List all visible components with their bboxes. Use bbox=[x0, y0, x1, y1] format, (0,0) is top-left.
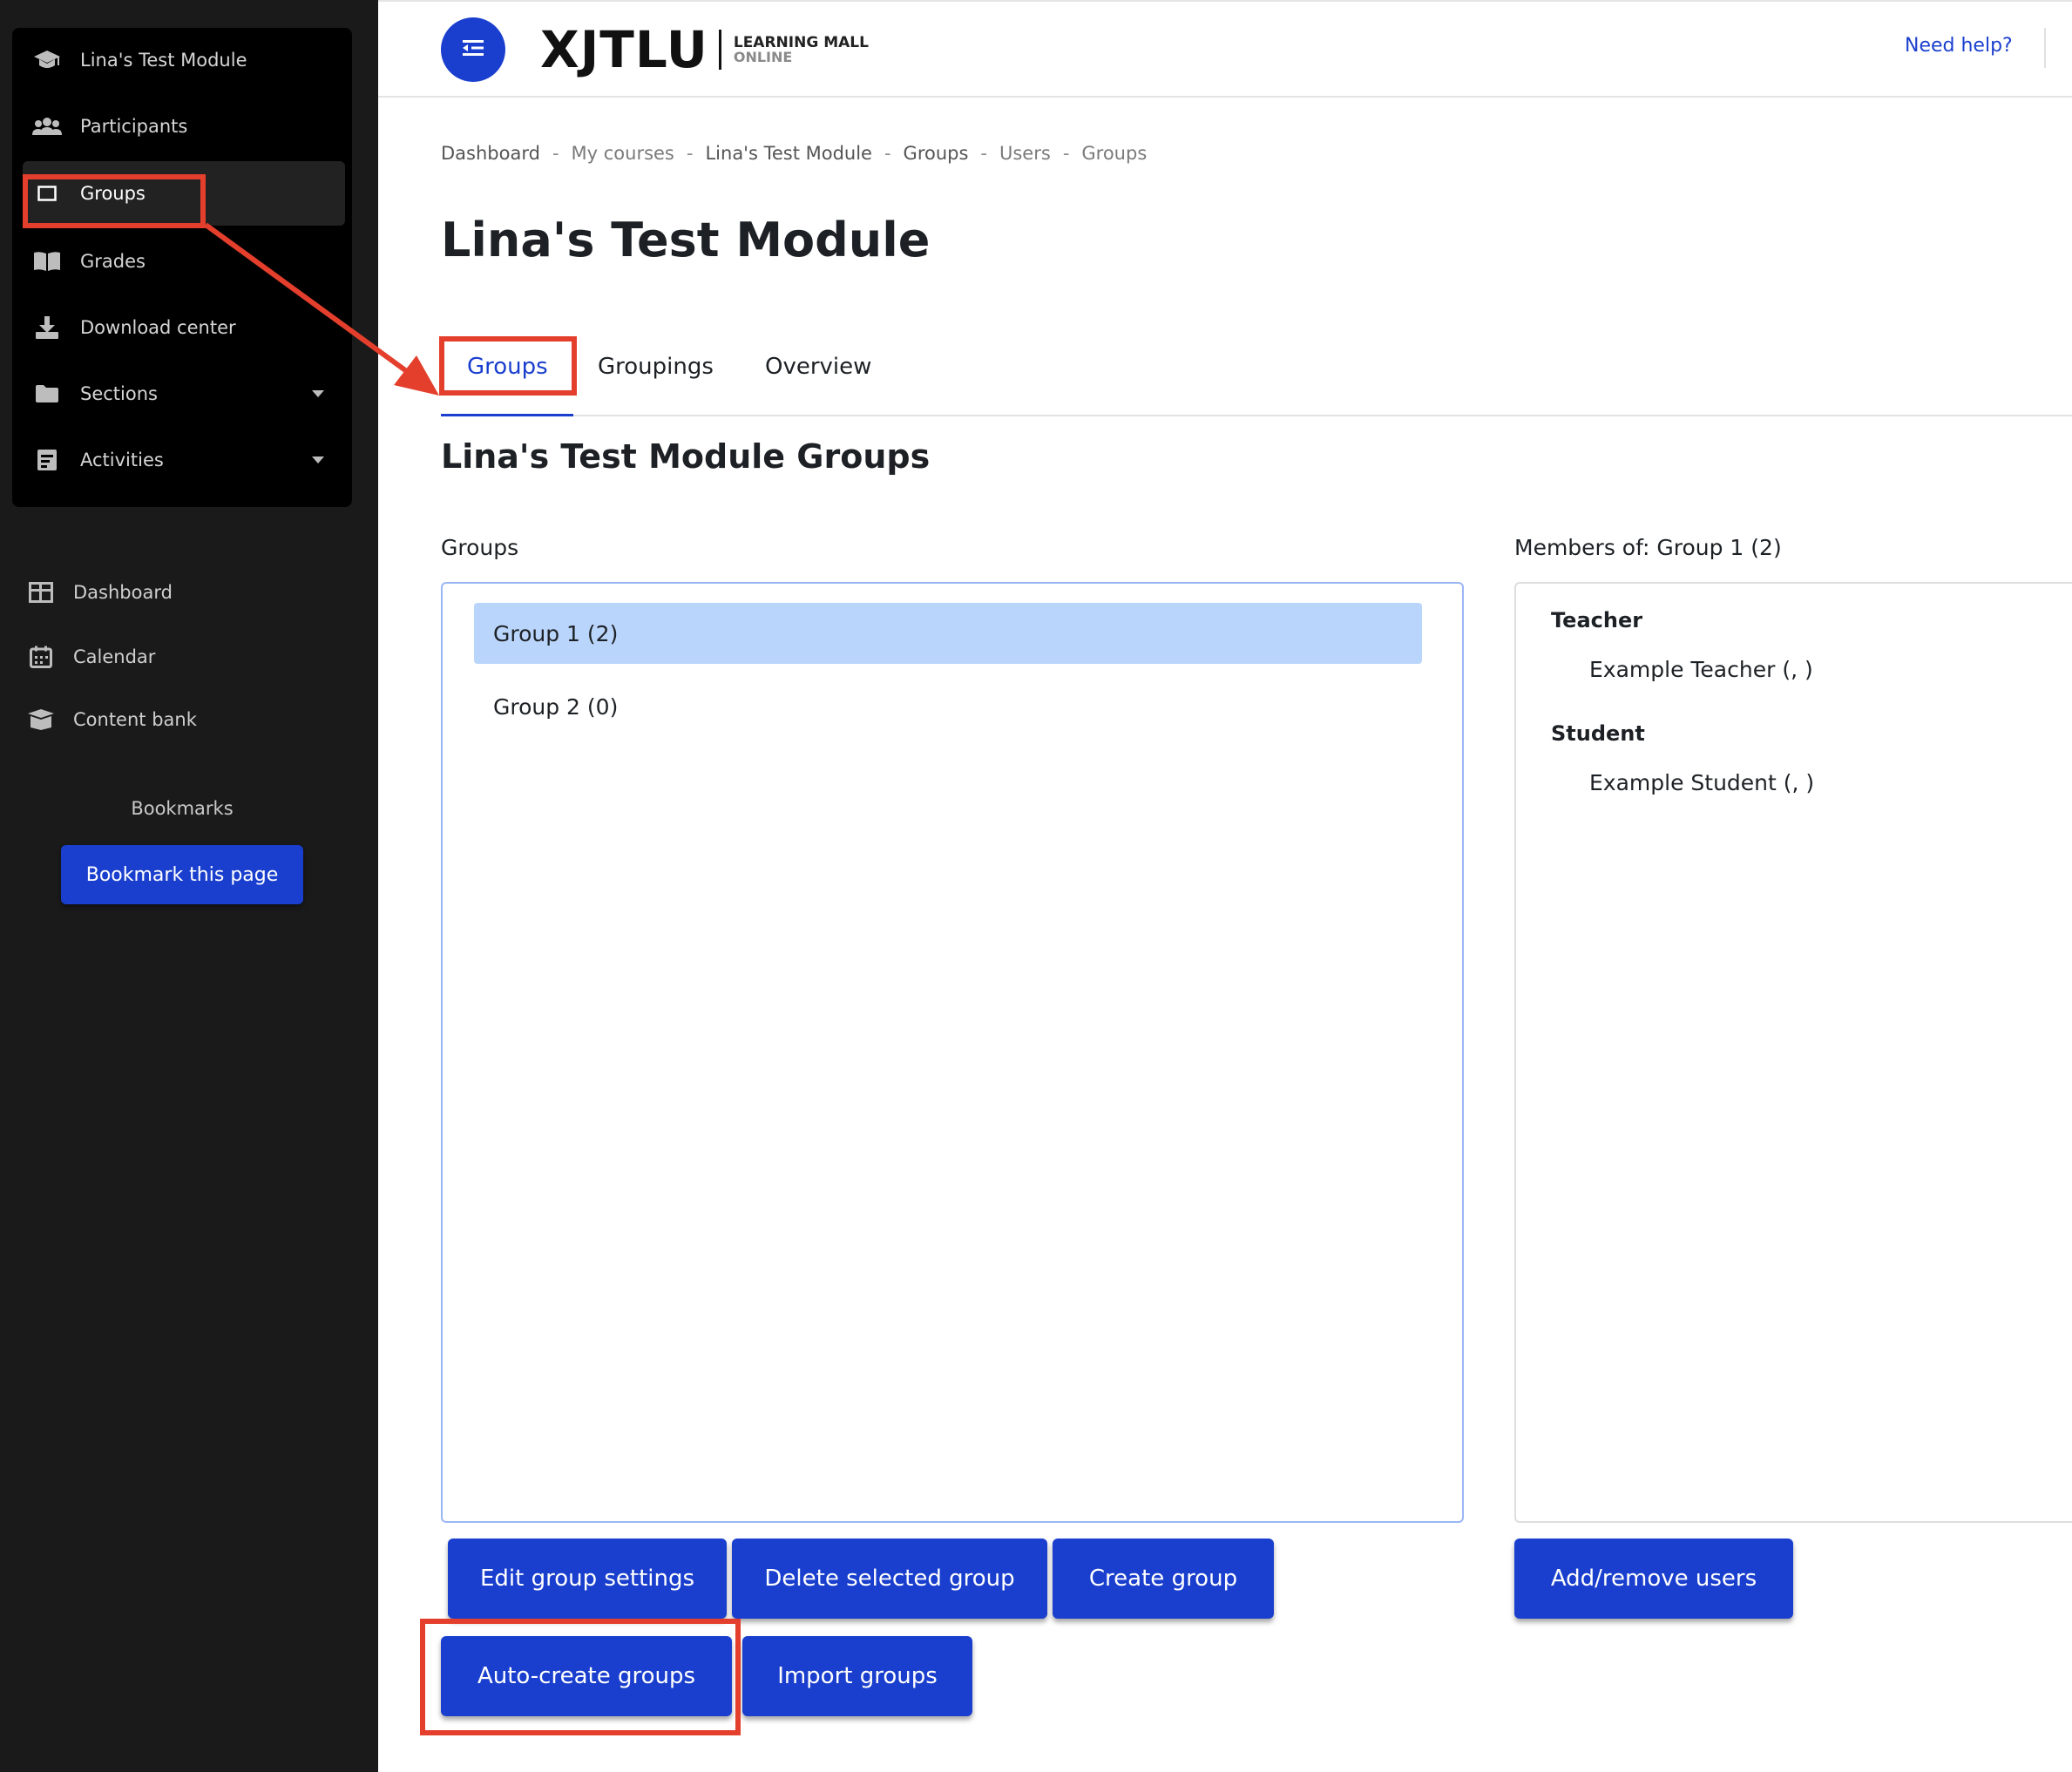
delete-selected-group-button[interactable]: Delete selected group bbox=[732, 1539, 1047, 1619]
tab-groupings[interactable]: Groupings bbox=[598, 354, 714, 380]
square-icon bbox=[31, 178, 63, 209]
nav-item-label: Sections bbox=[80, 383, 158, 404]
breadcrumb-current-groups: Groups bbox=[1081, 143, 1148, 164]
logo-subtitle-line-2: ONLINE bbox=[733, 48, 793, 65]
nav-item-dashboard[interactable]: Dashboard bbox=[17, 568, 357, 617]
nav-item-participants[interactable]: Participants bbox=[12, 94, 352, 159]
group-option-selected[interactable]: Group 1 (2) bbox=[474, 603, 1422, 664]
download-icon bbox=[31, 312, 63, 343]
auto-create-groups-button[interactable]: Auto-create groups bbox=[441, 1636, 732, 1716]
breadcrumb-separator: - bbox=[552, 143, 559, 164]
calendar-icon bbox=[26, 642, 56, 672]
document-icon bbox=[31, 444, 63, 476]
logo-subtitle-line-1: LEARNING MALL bbox=[733, 33, 869, 51]
site-logo[interactable]: XJTLU LEARNING MALL ONLINE bbox=[540, 21, 869, 78]
tab-groups[interactable]: Groups bbox=[467, 354, 548, 380]
breadcrumb-separator: - bbox=[980, 143, 987, 164]
edit-group-settings-button[interactable]: Edit group settings bbox=[448, 1539, 727, 1619]
import-groups-button[interactable]: Import groups bbox=[742, 1636, 972, 1716]
group-option[interactable]: Group 2 (0) bbox=[474, 676, 1422, 737]
breadcrumb-users[interactable]: Users bbox=[999, 143, 1051, 164]
nav-item-calendar[interactable]: Calendar bbox=[17, 632, 357, 681]
nav-item-label: Calendar bbox=[73, 646, 156, 667]
nav-item-download-center[interactable]: Download center bbox=[12, 295, 352, 360]
nav-item-sections[interactable]: Sections bbox=[12, 362, 352, 426]
members-list: Teacher Example Teacher (, ) Student Exa… bbox=[1514, 582, 2072, 1523]
folder-icon bbox=[31, 378, 63, 409]
need-help-link[interactable]: Need help? bbox=[1905, 35, 2013, 57]
bookmarks-title: Bookmarks bbox=[131, 798, 234, 819]
create-group-button[interactable]: Create group bbox=[1053, 1539, 1274, 1619]
breadcrumb-dashboard[interactable]: Dashboard bbox=[441, 143, 540, 164]
graduation-cap-icon bbox=[31, 44, 63, 76]
member-item: Example Student (, ) bbox=[1589, 770, 1815, 795]
chevron-down-icon[interactable] bbox=[312, 390, 324, 397]
breadcrumb-separator: - bbox=[1062, 143, 1070, 164]
member-item: Example Teacher (, ) bbox=[1589, 657, 1813, 682]
nav-item-label: Download center bbox=[80, 317, 236, 338]
page-title: Lina's Test Module bbox=[441, 213, 931, 267]
section-title: Lina's Test Module Groups bbox=[441, 437, 931, 476]
nav-item-label: Activities bbox=[80, 450, 164, 470]
users-icon bbox=[31, 111, 63, 142]
sidebar: Lina's Test Module Participants Groups G… bbox=[0, 0, 378, 1772]
bookmark-page-button[interactable]: Bookmark this page bbox=[61, 845, 303, 904]
members-label: Members of: Group 1 (2) bbox=[1514, 535, 1782, 560]
nav-item-groups[interactable]: Groups bbox=[23, 161, 345, 226]
breadcrumb-my-courses[interactable]: My courses bbox=[572, 143, 674, 164]
role-heading-student: Student bbox=[1551, 721, 1645, 746]
nav-item-label: Lina's Test Module bbox=[80, 50, 247, 71]
tab-overview[interactable]: Overview bbox=[765, 354, 871, 380]
menu-collapse-icon bbox=[462, 38, 484, 61]
tab-bar: Groups Groupings Overview bbox=[441, 333, 2072, 416]
nav-item-grades[interactable]: Grades bbox=[12, 229, 352, 294]
nav-item-label: Dashboard bbox=[73, 582, 173, 603]
breadcrumb-course[interactable]: Lina's Test Module bbox=[705, 143, 872, 164]
dashboard-icon bbox=[26, 578, 56, 607]
logo-subtitle: LEARNING MALL ONLINE bbox=[733, 33, 869, 65]
groups-list-label: Groups bbox=[441, 535, 519, 560]
active-tab-indicator bbox=[441, 414, 573, 416]
header-divider bbox=[2044, 28, 2046, 68]
drawer-toggle-button[interactable] bbox=[441, 17, 505, 82]
nav-item-course-home[interactable]: Lina's Test Module bbox=[12, 28, 352, 92]
add-remove-users-button[interactable]: Add/remove users bbox=[1514, 1539, 1793, 1619]
book-open-icon bbox=[31, 246, 63, 277]
breadcrumb-separator: - bbox=[884, 143, 891, 164]
logo-wordmark: XJTLU bbox=[540, 20, 708, 79]
breadcrumb: Dashboard - My courses - Lina's Test Mod… bbox=[441, 143, 1147, 164]
nav-item-activities[interactable]: Activities bbox=[12, 428, 352, 492]
breadcrumb-separator: - bbox=[686, 143, 694, 164]
nav-item-label: Content bank bbox=[73, 709, 197, 730]
top-header: XJTLU LEARNING MALL ONLINE Need help? bbox=[378, 0, 2072, 98]
logo-divider bbox=[718, 30, 721, 70]
nav-item-content-bank[interactable]: Content bank bbox=[17, 695, 357, 744]
chevron-down-icon[interactable] bbox=[312, 457, 324, 463]
course-navigation: Lina's Test Module Participants Groups G… bbox=[12, 28, 352, 507]
role-heading-teacher: Teacher bbox=[1551, 608, 1643, 632]
box-icon bbox=[26, 705, 56, 734]
nav-item-label: Participants bbox=[80, 116, 188, 137]
breadcrumb-groups[interactable]: Groups bbox=[904, 143, 969, 164]
nav-item-label: Groups bbox=[80, 183, 146, 204]
groups-select-list[interactable]: Group 1 (2) Group 2 (0) bbox=[441, 582, 1464, 1523]
nav-item-label: Grades bbox=[80, 251, 146, 272]
